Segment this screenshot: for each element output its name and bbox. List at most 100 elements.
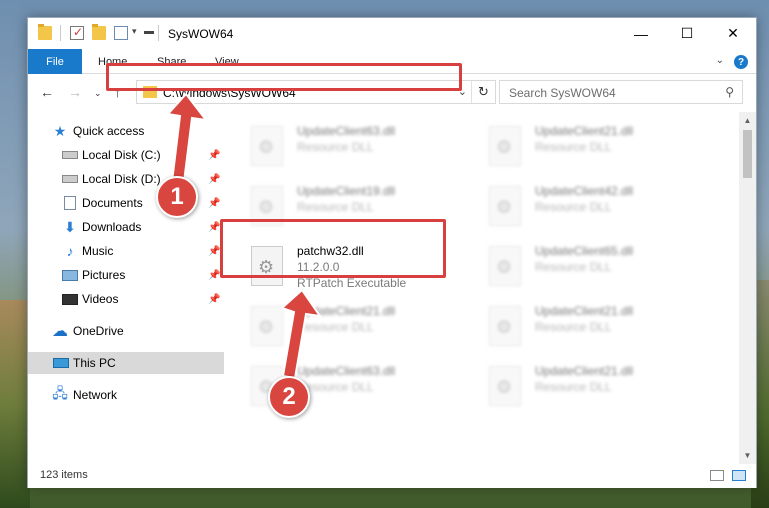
sidebar-item-quick-access[interactable]: ★ Quick access: [28, 120, 224, 142]
file-description: Resource DLL: [297, 140, 374, 154]
sidebar-item-label: Local Disk (D:): [82, 172, 161, 186]
pictures-icon: [62, 269, 78, 281]
tiles-view-icon[interactable]: [732, 470, 746, 481]
maximize-button[interactable]: ☐: [664, 18, 710, 49]
file-item[interactable]: UpdateClient21.dll Resource DLL: [463, 298, 693, 354]
qa-dropdown-icon[interactable]: ▬: [144, 26, 154, 37]
file-item[interactable]: UpdateClient63.dll Resource DLL: [225, 118, 455, 174]
pin-icon[interactable]: 📌: [208, 222, 220, 233]
sidebar-item-onedrive[interactable]: ☁ OneDrive: [28, 320, 224, 342]
sidebar-item-videos[interactable]: Videos 📌: [28, 288, 224, 310]
sidebar-item-label: Local Disk (C:): [82, 148, 161, 162]
file-name: UpdateClient21.dll: [535, 304, 634, 318]
help-icon[interactable]: ?: [734, 55, 748, 69]
sidebar-item-downloads[interactable]: ⬇ Downloads 📌: [28, 216, 224, 238]
title-bar: ▾ ▬ SysWOW64 — ☐ ✕: [28, 18, 756, 49]
details-view-icon[interactable]: [710, 470, 724, 481]
file-description: Resource DLL: [535, 320, 612, 334]
file-item[interactable]: UpdateClient65.dll Resource DLL: [463, 238, 693, 294]
folder-icon: [38, 24, 52, 40]
music-icon: ♪: [66, 243, 74, 259]
pin-icon[interactable]: 📌: [208, 198, 220, 209]
sidebar-item-label: Videos: [82, 292, 119, 306]
pin-icon[interactable]: 📌: [208, 246, 220, 257]
wallpaper-left: [0, 300, 30, 508]
scroll-up-icon[interactable]: ▲: [739, 112, 756, 129]
sidebar-item-this-pc[interactable]: This PC: [28, 352, 224, 374]
file-description: Resource DLL: [297, 200, 374, 214]
pin-icon[interactable]: 📌: [208, 294, 220, 305]
back-arrow-icon[interactable]: ←: [40, 84, 54, 100]
file-description: Resource DLL: [297, 320, 374, 334]
minimize-button[interactable]: —: [618, 18, 664, 49]
dll-file-icon: [489, 306, 521, 346]
sidebar-item-label: Quick access: [73, 124, 145, 138]
dll-file-icon: [489, 186, 521, 226]
downloads-icon: ⬇: [64, 218, 76, 235]
file-item[interactable]: UpdateClient21.dll Resource DLL: [463, 358, 693, 414]
dll-file-icon: [251, 306, 283, 346]
network-icon: 🖧: [52, 385, 68, 401]
sidebar-item-network[interactable]: 🖧 Network: [28, 384, 224, 406]
customize-toolbar-icon[interactable]: [114, 26, 128, 40]
sidebar-item-label: Pictures: [82, 268, 126, 282]
pin-icon[interactable]: 📌: [208, 174, 220, 185]
sidebar-item-label: Music: [82, 244, 114, 258]
dll-file-icon: [251, 126, 283, 166]
dll-file-icon: [489, 366, 521, 406]
address-highlight-box: [106, 63, 462, 91]
chevron-down-icon[interactable]: ▾: [132, 26, 137, 37]
onedrive-cloud-icon: ☁: [52, 323, 68, 340]
quick-access-separator: [60, 25, 61, 41]
status-bar: 123 items: [28, 464, 756, 488]
search-icon[interactable]: ⚲: [725, 85, 734, 99]
new-folder-icon[interactable]: [92, 24, 106, 40]
forward-arrow-icon[interactable]: →: [68, 84, 82, 100]
scroll-down-icon[interactable]: ▼: [739, 447, 756, 464]
file-item[interactable]: UpdateClient42.dll Resource DLL: [463, 178, 693, 234]
dll-file-icon: [489, 126, 521, 166]
dll-file-icon: [489, 246, 521, 286]
sidebar-item-pictures[interactable]: Pictures 📌: [28, 264, 224, 286]
disk-icon: [62, 151, 78, 159]
file-name: UpdateClient63.dll: [297, 124, 396, 138]
sidebar-item-local-disk-c[interactable]: Local Disk (C:) 📌: [28, 144, 224, 166]
callout-number-1: 1: [156, 176, 198, 218]
file-item[interactable]: UpdateClient21.dll Resource DLL: [225, 298, 455, 354]
file-description: RTPatch Executable: [297, 276, 407, 290]
documents-icon: [64, 196, 76, 210]
close-button[interactable]: ✕: [710, 18, 756, 49]
pin-icon[interactable]: 📌: [208, 150, 220, 161]
file-name: UpdateClient19.dll: [297, 184, 396, 198]
search-input[interactable]: Search SysWOW64 ⚲: [499, 80, 743, 104]
sidebar-item-label: Network: [73, 388, 118, 402]
file-item[interactable]: UpdateClient21.dll Resource DLL: [463, 118, 693, 174]
callout-number-2: 2: [268, 376, 310, 418]
sidebar-item-label: Documents: [82, 196, 143, 210]
star-icon: ★: [53, 122, 67, 139]
file-description: Resource DLL: [535, 380, 612, 394]
tab-file[interactable]: File: [28, 49, 82, 74]
search-placeholder: Search SysWOW64: [509, 86, 616, 100]
vertical-scrollbar[interactable]: ▲ ▼: [739, 112, 756, 464]
file-name: UpdateClient21.dll: [535, 364, 634, 378]
scroll-thumb[interactable]: [743, 130, 752, 178]
sidebar-item-music[interactable]: ♪ Music 📌: [28, 240, 224, 262]
sidebar-item-label: OneDrive: [73, 324, 124, 338]
file-description: Resource DLL: [535, 140, 612, 154]
file-item[interactable]: UpdateClient63.dll Resource DLL: [225, 358, 455, 414]
pin-icon[interactable]: 📌: [208, 270, 220, 281]
refresh-icon[interactable]: ↻: [471, 81, 495, 103]
videos-icon: [62, 293, 78, 305]
properties-check-icon[interactable]: [70, 25, 84, 40]
file-description: Resource DLL: [535, 200, 612, 214]
recent-locations-icon[interactable]: ⌄: [94, 88, 102, 99]
file-name: UpdateClient21.dll: [535, 124, 634, 138]
navigation-pane: ★ Quick access Local Disk (C:) 📌 Local D…: [28, 112, 224, 464]
sidebar-item-label: Downloads: [82, 220, 142, 234]
file-name: UpdateClient21.dll: [297, 304, 396, 318]
title-separator: [158, 25, 159, 41]
window-title: SysWOW64: [168, 27, 234, 41]
file-description: Resource DLL: [535, 260, 612, 274]
expand-ribbon-icon[interactable]: ⌄: [716, 55, 724, 66]
